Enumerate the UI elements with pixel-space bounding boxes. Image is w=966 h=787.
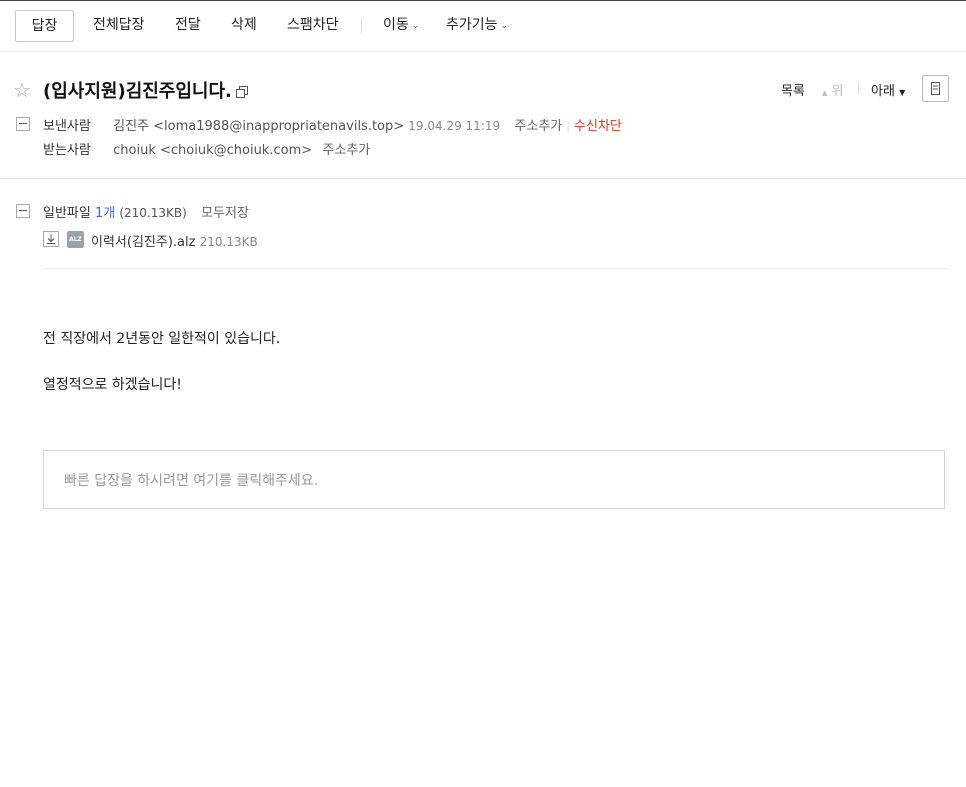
- sent-date: 19.04.29 11:19: [408, 119, 501, 133]
- popup-window-icon[interactable]: [236, 86, 248, 98]
- sender-add-address-link[interactable]: 주소추가: [514, 119, 562, 134]
- chevron-down-icon: ⌄: [500, 21, 509, 31]
- up-arrow-icon: ▲: [822, 89, 828, 97]
- attachment-item: 이력서(김진주).alz 210.13KB: [91, 231, 258, 250]
- download-icon[interactable]: [43, 231, 59, 247]
- quick-reply-placeholder: 빠른 답장을 하시려면 여기를 클릭해주세요.: [64, 473, 319, 489]
- recipient-email[interactable]: <choiuk@choiuk.com>: [160, 143, 312, 158]
- recipient-name[interactable]: choiuk: [113, 143, 156, 158]
- next-mail-button[interactable]: 아래 ▼: [871, 80, 905, 99]
- mail-toolbar: 답장 전체답장 전달 삭제 스팸차단 이동 ⌄ 추가기능 ⌄: [0, 1, 966, 52]
- attachment-size: 210.13KB: [199, 235, 258, 249]
- star-icon[interactable]: ☆: [13, 80, 31, 100]
- attachments-count: 1개: [94, 206, 116, 221]
- block-sender-link[interactable]: 수신차단: [574, 119, 622, 134]
- recipient-label: 받는사람: [43, 143, 91, 158]
- delete-button[interactable]: 삭제: [231, 10, 257, 40]
- alz-file-icon: ALZ: [67, 231, 84, 248]
- sender-name[interactable]: 김진주: [113, 119, 149, 134]
- collapse-header-button[interactable]: [16, 117, 30, 131]
- sender-label: 보낸사람: [43, 119, 91, 134]
- attachments-header: 일반파일 1개 (210.13KB) 모두저장: [43, 202, 249, 221]
- chevron-down-icon: ⌄: [411, 21, 420, 31]
- body-line-2: 열정적으로 하겠습니다!: [43, 377, 182, 393]
- spam-block-button[interactable]: 스팸차단: [287, 10, 339, 40]
- nav-divider: [858, 83, 859, 94]
- attachments-total-size: (210.13KB): [119, 206, 187, 220]
- recipient-add-address-link[interactable]: 주소추가: [322, 143, 370, 158]
- move-dropdown[interactable]: 이동 ⌄: [383, 10, 419, 40]
- print-icon: [931, 82, 940, 95]
- previous-mail-button[interactable]: ▲ 위: [822, 80, 844, 99]
- reply-all-button[interactable]: 전체답장: [93, 10, 145, 40]
- reply-button[interactable]: 답장: [15, 10, 74, 42]
- more-functions-dropdown[interactable]: 추가기능 ⌄: [446, 10, 508, 40]
- collapse-attachments-button[interactable]: [16, 204, 30, 218]
- link-divider: |: [566, 120, 570, 133]
- sender-row: 보낸사람 김진주 <loma1988@inappropriatenavils.t…: [43, 115, 622, 134]
- toolbar-divider: [361, 19, 362, 33]
- print-button[interactable]: [922, 75, 949, 102]
- sender-email[interactable]: <loma1988@inappropriatenavils.top>: [153, 119, 404, 134]
- attachments-label: 일반파일: [43, 206, 91, 221]
- attachments-divider: [43, 268, 950, 269]
- forward-button[interactable]: 전달: [175, 10, 201, 40]
- save-all-link[interactable]: 모두저장: [201, 206, 249, 221]
- attachment-filename[interactable]: 이력서(김진주).alz: [91, 235, 195, 250]
- recipient-row: 받는사람 choiuk <choiuk@choiuk.com> 주소추가: [43, 139, 370, 158]
- previous-mail-label: 위: [831, 84, 844, 99]
- down-arrow-icon: ▼: [899, 88, 906, 97]
- quick-reply-box[interactable]: 빠른 답장을 하시려면 여기를 클릭해주세요.: [43, 450, 945, 509]
- next-mail-label: 아래: [871, 84, 895, 99]
- more-functions-label: 추가기능: [446, 17, 498, 33]
- list-button[interactable]: 목록: [781, 80, 805, 99]
- header-divider: [0, 178, 966, 179]
- body-line-1: 전 직장에서 2년동안 일한적이 있습니다.: [43, 331, 281, 347]
- move-label: 이동: [383, 17, 409, 33]
- mail-subject: (입사지원)김진주입니다.: [43, 81, 232, 102]
